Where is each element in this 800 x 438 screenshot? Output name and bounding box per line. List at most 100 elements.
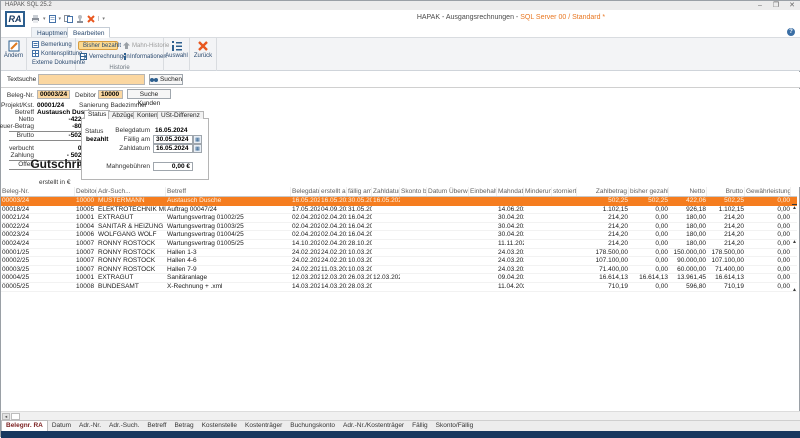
column-header[interactable]: Belegdatum (291, 187, 320, 196)
column-header[interactable]: Datum Überweisung (427, 187, 469, 196)
zahldatum-field[interactable]: 16.05.2024 (153, 144, 193, 153)
stamp-icon[interactable] (76, 15, 84, 23)
informationen-button[interactable]: Informationen (121, 52, 169, 61)
table-cell: 107.100,00 (707, 257, 745, 265)
search-row: Textsuche Suchen (1, 72, 800, 88)
sort-tab[interactable]: Adr.-Such. (105, 421, 143, 431)
table-cell (524, 266, 552, 274)
table-row[interactable]: 00001/2510007RONNY ROSTOCKHallen 1-324.0… (1, 249, 797, 258)
table-cell: 214,20 (577, 240, 629, 248)
column-header[interactable]: Skonto bis (400, 187, 427, 196)
column-header[interactable]: Beleg-Nr. (1, 187, 75, 196)
zahldatum-calendar-icon[interactable]: ▦ (193, 144, 202, 153)
table-cell: 14.03.2025 (291, 283, 320, 291)
column-header[interactable]: Adr-Such... (97, 187, 166, 196)
debitor-field[interactable]: 10000 (98, 90, 123, 99)
column-header[interactable]: Betreff (166, 187, 291, 196)
sort-tab[interactable]: Betrag (170, 421, 197, 431)
minimize-button[interactable]: – (753, 1, 767, 10)
group-zurueck: Zurück (190, 38, 217, 71)
table-cell (469, 206, 497, 214)
column-header[interactable]: Zahldatum (372, 187, 400, 196)
column-header[interactable]: storniert am (552, 187, 577, 196)
close-button[interactable]: ✕ (785, 1, 799, 10)
table-row[interactable]: 00002/2510007RONNY ROSTOCKHallen 4-624.0… (1, 257, 797, 266)
table-row[interactable]: 00004/2510001EXTRAGUTSanitäranlage12.03.… (1, 274, 797, 283)
column-header[interactable]: fällig am (347, 187, 372, 196)
bemerkung-button[interactable]: Bemerkung (30, 40, 74, 49)
tab-bearbeiten[interactable]: Bearbeiten (67, 27, 110, 38)
table-row[interactable]: 00003/2510007RONNY ROSTOCKHallen 7-924.0… (1, 266, 797, 275)
column-header[interactable]: bisher gezahlt (629, 187, 669, 196)
auswahl-button[interactable]: Auswahl (164, 40, 189, 59)
preview-icon[interactable] (49, 15, 56, 23)
betreff-label: Betreff (1, 109, 34, 116)
restore-button[interactable]: ❐ (769, 1, 783, 10)
sort-tab[interactable]: Fällig (408, 421, 432, 431)
print-dropdown-caret[interactable]: ▾ (43, 16, 46, 22)
faellig-calendar-icon[interactable]: ▦ (193, 135, 202, 144)
search-input[interactable] (38, 74, 145, 85)
column-header[interactable]: Debitor (75, 187, 97, 196)
sort-tab[interactable]: Adr.-Nr. (75, 421, 105, 431)
table-cell: 28.10.2024 (347, 240, 372, 248)
search-button[interactable]: Suchen (149, 74, 183, 85)
scroll-marker-icon[interactable]: ▲ (792, 287, 797, 293)
table-body: 00003/2410000MUSTERMANNAustausch Dusche1… (1, 197, 797, 292)
projekt-value: 00001/24 (37, 102, 64, 109)
table-cell: 0,00 (629, 266, 669, 274)
scrollbar-thumb[interactable] (11, 413, 20, 420)
column-header[interactable]: Netto (669, 187, 707, 196)
column-header[interactable]: Minderung bis (524, 187, 552, 196)
help-icon[interactable]: ? (787, 28, 795, 36)
table-row[interactable]: 00018/2410005ELEKTROTECHNIK MÜLLERAuftra… (1, 206, 797, 215)
tab-ust-differenz[interactable]: USt-Differenz (157, 111, 204, 119)
tab-status[interactable]: Status (84, 110, 110, 119)
table-row[interactable]: 00024/2410007RONNY ROSTOCKWartungsvertra… (1, 240, 797, 249)
toolbar-overflow-caret[interactable]: ▾ (102, 16, 105, 22)
print-icon[interactable] (31, 15, 40, 23)
column-header[interactable]: Zahlbetrag (577, 187, 629, 196)
table-cell: 10000 (75, 197, 97, 205)
scroll-up-icon[interactable]: ▲ (792, 239, 797, 245)
table-cell: 09.04.2025 (497, 274, 524, 282)
faellig-field[interactable]: 30.05.2024 (153, 135, 193, 144)
column-header[interactable]: Brutto (707, 187, 745, 196)
sort-tab[interactable]: Skonto/Fällig (432, 421, 478, 431)
table-cell: RONNY ROSTOCK (97, 240, 166, 248)
group-auswahl: Auswahl (164, 38, 190, 71)
table-row[interactable]: 00023/2410006WOLFGANG WOLFWartungsvertra… (1, 231, 797, 240)
table-cell: 180,00 (669, 223, 707, 231)
table-row[interactable]: 00003/2410000MUSTERMANNAustausch Dusche1… (1, 197, 797, 206)
table-cell: 12.03.2025 (372, 274, 400, 282)
copy-icon[interactable] (64, 15, 73, 23)
table-cell: EXTRAGUT (97, 214, 166, 222)
sort-tab[interactable]: Buchungskonto (286, 421, 339, 431)
sort-tab[interactable]: Datum (48, 421, 75, 431)
suche-kunden-button[interactable]: Suche Kunden (127, 89, 171, 99)
table-cell: 0,00 (629, 257, 669, 265)
bisher-bezahlt-button[interactable]: € Bisher bezahlt (78, 41, 118, 50)
column-header[interactable]: Einbehalt bis (469, 187, 497, 196)
scroll-left-icon[interactable]: ◄ (2, 413, 10, 420)
sort-tab[interactable]: Betreff (143, 421, 170, 431)
sort-tab[interactable]: Adr.-Nr./Kostenträger (339, 421, 408, 431)
mahngebuehren-field[interactable]: 0,00 € (153, 162, 193, 171)
zurueck-button[interactable]: Zurück (190, 40, 216, 59)
sort-tab[interactable]: Belegnr. RA (1, 420, 48, 431)
delete-icon[interactable] (87, 15, 95, 23)
table-row[interactable]: 00005/2510008BUNDESAMTX-Rechnung + .xml1… (1, 283, 797, 292)
table-row[interactable]: 00021/2410001EXTRAGUTWartungsvertrag 010… (1, 214, 797, 223)
table-cell (469, 249, 497, 257)
preview-dropdown-caret[interactable]: ▾ (59, 16, 62, 22)
horizontal-scrollbar[interactable]: ◄ (1, 411, 800, 420)
column-header[interactable]: Mahndatum (497, 187, 524, 196)
sort-tab[interactable]: Kostenstelle (198, 421, 241, 431)
column-header[interactable]: Gewährleistung (745, 187, 791, 196)
sort-tab[interactable]: Kostenträger (241, 421, 286, 431)
table-row[interactable]: 00022/2410004SANITÄR & HEIZUNGWartungsve… (1, 223, 797, 232)
table-cell (427, 274, 469, 282)
column-header[interactable]: erstellt am (320, 187, 347, 196)
aendern-button[interactable]: Ändern (1, 40, 26, 59)
scroll-top-icon[interactable]: ▲ (792, 204, 797, 211)
